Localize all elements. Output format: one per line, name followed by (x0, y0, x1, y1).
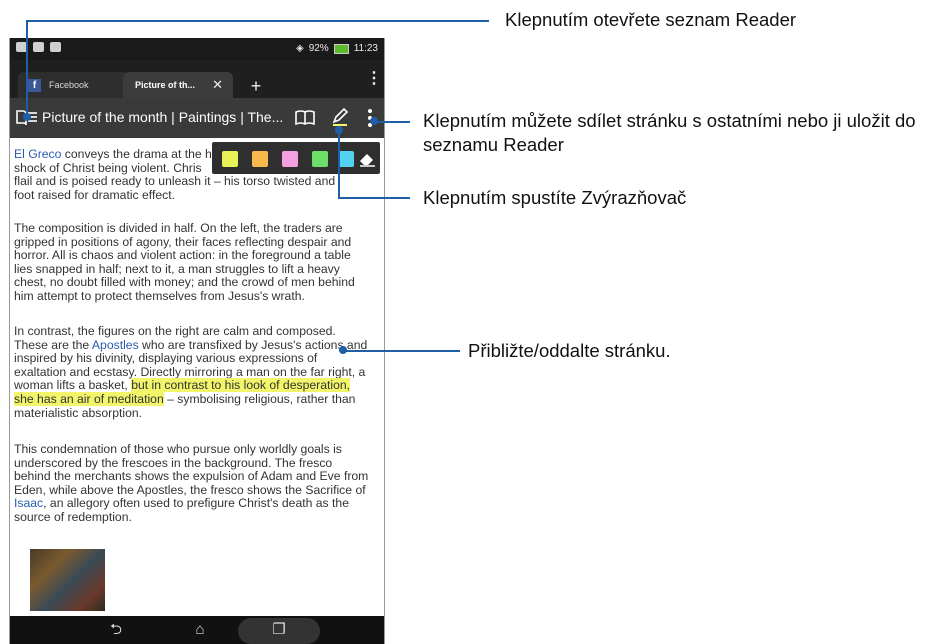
text-line: foot raised for dramatic effect. (14, 187, 175, 202)
callout-line (374, 121, 410, 123)
status-bar: ◈ 92% 11:23 (10, 38, 384, 60)
reader-toolbar: Picture of the month | Paintings | The..… (10, 98, 384, 138)
callout-line (26, 21, 28, 117)
callout-line (338, 197, 410, 199)
highlighter-pen-icon[interactable] (330, 107, 350, 127)
browser-menu-icon[interactable]: ⋮ (366, 70, 382, 88)
tab-picture-of-the-month[interactable]: Picture of th... ✕ (123, 72, 233, 98)
clock: 11:23 (353, 43, 378, 54)
callout-share: Klepnutím můžete sdílet stránku s ostatn… (423, 110, 916, 155)
painting-thumbnail[interactable] (30, 549, 105, 611)
text-span: conveys the drama at the h (61, 147, 212, 161)
article-content[interactable]: El Greco conveys the drama at the h shoc… (10, 138, 384, 618)
swatch-orange[interactable] (252, 151, 268, 167)
paragraph-4: This condemnation of those who pursue on… (14, 442, 372, 525)
wifi-icon: ◈ (295, 43, 304, 54)
paragraph-2: The composition is divided in half. On t… (14, 221, 355, 303)
close-tab-icon[interactable]: ✕ (212, 77, 223, 93)
text-span: , an allegory often used to prefigure Ch… (14, 496, 349, 524)
tab-label: Facebook (49, 80, 89, 90)
notification-icons (16, 42, 61, 52)
link-isaac[interactable]: Isaac (14, 496, 43, 511)
tab-facebook[interactable]: f Facebook (18, 72, 128, 98)
page-title: Picture of the month | Paintings | The..… (42, 109, 284, 125)
callout-zoom: Přibližte/oddalte stránku. (468, 340, 671, 361)
back-icon[interactable]: ⮌ (96, 618, 136, 642)
callout-line (26, 20, 489, 22)
callout-highlighter: Klepnutím spustíte Zvýrazňovač (423, 187, 687, 208)
home-icon[interactable]: ⌂ (180, 618, 220, 642)
text-span: This condemnation of those who pursue on… (14, 442, 369, 497)
browser-tab-bar: f Facebook Picture of th... ✕ + ⋮ (10, 60, 384, 98)
battery-icon (333, 43, 349, 54)
tablet-screen: ◈ 92% 11:23 f Facebook Picture of th... … (9, 38, 385, 644)
highlighter-palette (212, 142, 380, 174)
swatch-pink[interactable] (282, 151, 298, 167)
callout-line (338, 130, 340, 198)
swatch-blue[interactable] (338, 151, 354, 167)
text-line: flail and is poised ready to unleash it … (14, 174, 336, 189)
eraser-icon[interactable] (358, 150, 376, 168)
book-icon[interactable] (294, 109, 316, 126)
battery-percent: 92% (308, 43, 329, 54)
link-apostles[interactable]: Apostles (92, 338, 139, 352)
link-el-greco[interactable]: El Greco (14, 147, 61, 161)
facebook-icon: f (28, 78, 41, 92)
status-right: ◈ 92% 11:23 (296, 43, 378, 54)
new-tab-button[interactable]: + (236, 74, 276, 98)
callout-line (343, 350, 460, 352)
callout-dot (23, 113, 31, 121)
paragraph-3: In contrast, the figures on the right ar… (14, 324, 372, 420)
callout-reader-list: Klepnutím otevřete seznam Reader (505, 9, 797, 30)
swatch-yellow[interactable] (222, 151, 238, 167)
tab-label: Picture of th... (135, 80, 196, 90)
android-nav-bar: ⮌ ⌂ ❐ (10, 616, 384, 644)
recents-icon[interactable]: ❐ (259, 618, 299, 642)
swatch-green[interactable] (312, 151, 328, 167)
